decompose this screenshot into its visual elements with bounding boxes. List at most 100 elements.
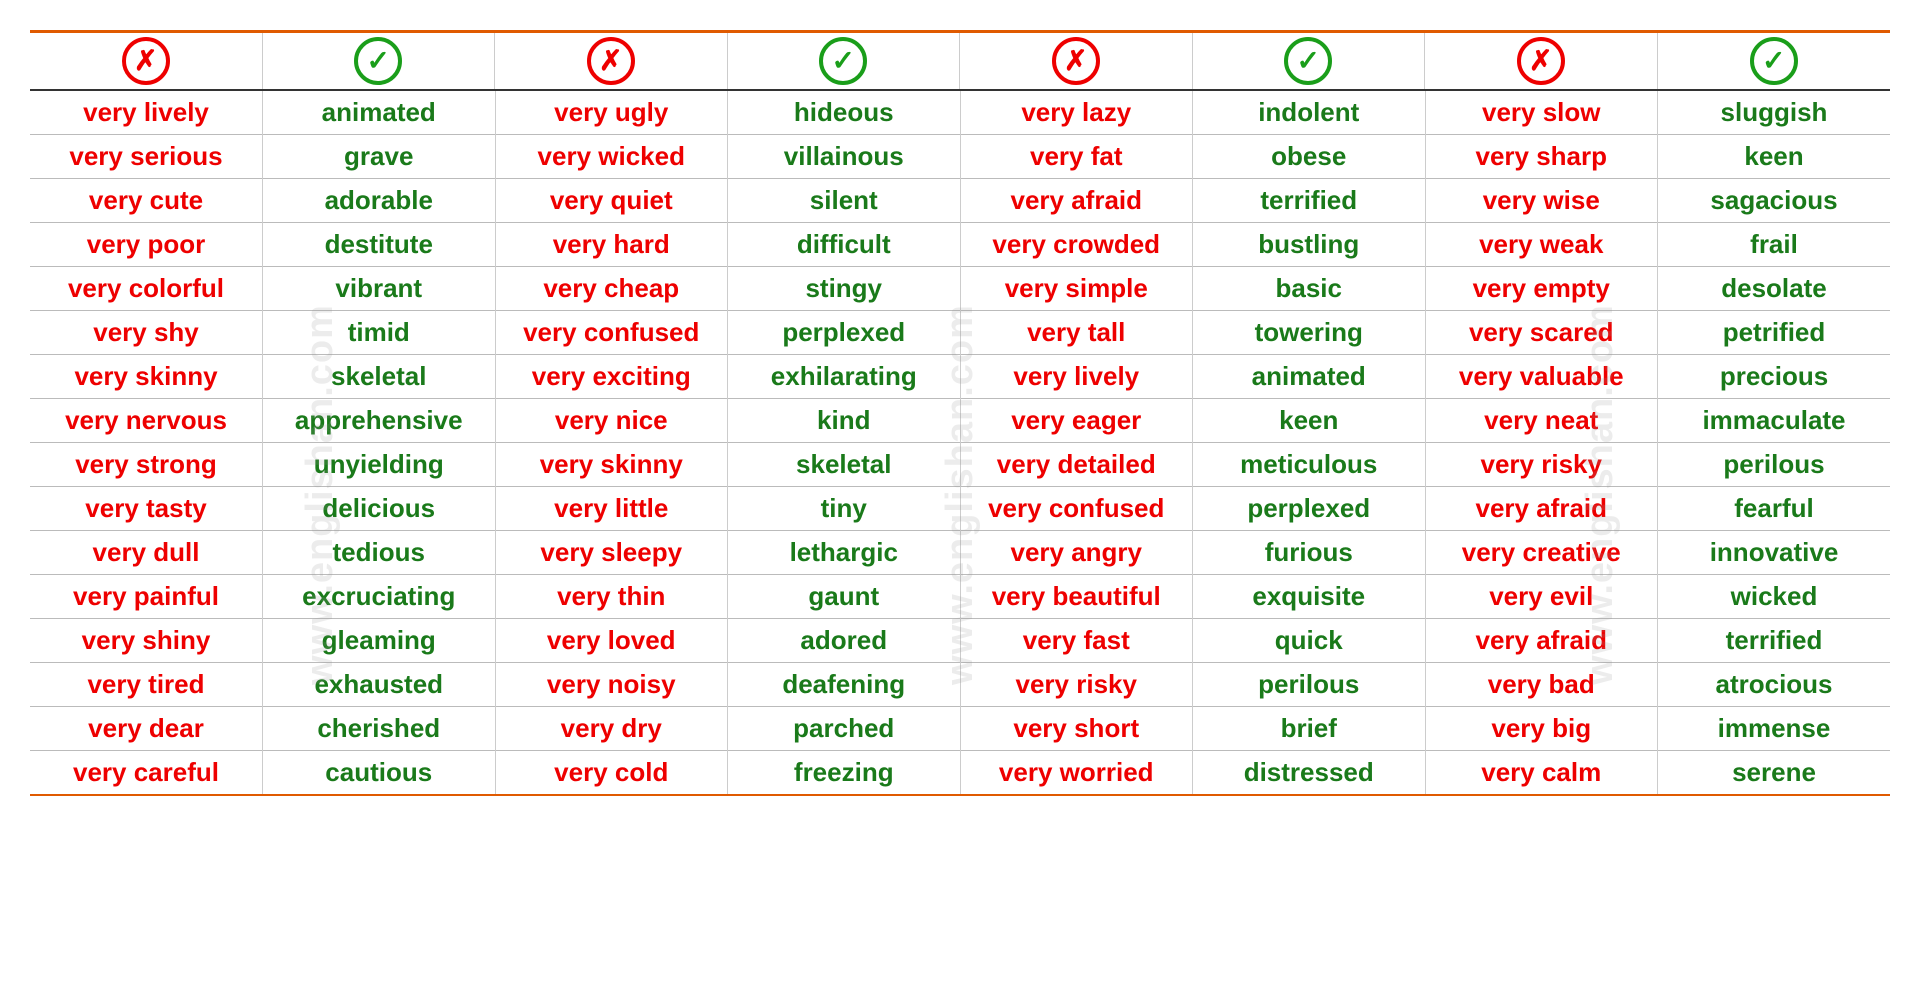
table-cell: very big xyxy=(1425,707,1658,751)
table-cell: very sleepy xyxy=(495,531,728,575)
table-cell: very lazy xyxy=(960,91,1193,135)
table-cell: very careful xyxy=(30,751,263,796)
table-cell: adored xyxy=(728,619,961,663)
table-cell: very poor xyxy=(30,223,263,267)
table-cell: perplexed xyxy=(1193,487,1426,531)
table-cell: sluggish xyxy=(1658,91,1891,135)
table-cell: skeletal xyxy=(263,355,496,399)
table-cell: very skinny xyxy=(30,355,263,399)
header-col-7: ✗ xyxy=(1425,33,1658,89)
table-cell: immense xyxy=(1658,707,1891,751)
table-cell: excruciating xyxy=(263,575,496,619)
table-cell: frail xyxy=(1658,223,1891,267)
table-row: very strongunyieldingvery skinnyskeletal… xyxy=(30,443,1890,487)
table-row: very carefulcautiousvery coldfreezingver… xyxy=(30,751,1890,796)
table-cell: very tasty xyxy=(30,487,263,531)
table-cell: very nervous xyxy=(30,399,263,443)
table-cell: wicked xyxy=(1658,575,1891,619)
table-cell: destitute xyxy=(263,223,496,267)
table-cell: very short xyxy=(960,707,1193,751)
table-cell: very noisy xyxy=(495,663,728,707)
check-icon-1: ✓ xyxy=(354,37,402,85)
table-cell: very empty xyxy=(1425,267,1658,311)
table-cell: tedious xyxy=(263,531,496,575)
table-cell: very lively xyxy=(30,91,263,135)
check-icon-4: ✓ xyxy=(1750,37,1798,85)
table-cell: towering xyxy=(1193,311,1426,355)
table-cell: tiny xyxy=(728,487,961,531)
table-cell: very dry xyxy=(495,707,728,751)
table-row: very livelyanimatedvery uglyhideousvery … xyxy=(30,91,1890,135)
table-cell: bustling xyxy=(1193,223,1426,267)
table-row: very shytimidvery confusedperplexedvery … xyxy=(30,311,1890,355)
table-cell: obese xyxy=(1193,135,1426,179)
table-row: very painfulexcruciatingvery thingauntve… xyxy=(30,575,1890,619)
table-cell: very serious xyxy=(30,135,263,179)
table-row: very cuteadorablevery quietsilentvery af… xyxy=(30,179,1890,223)
table-cell: very confused xyxy=(495,311,728,355)
x-icon-2: ✗ xyxy=(587,37,635,85)
table-cell: immaculate xyxy=(1658,399,1891,443)
table-cell: animated xyxy=(263,91,496,135)
table-cell: very creative xyxy=(1425,531,1658,575)
header-col-6: ✓ xyxy=(1193,33,1426,89)
table-cell: very little xyxy=(495,487,728,531)
table-cell: very strong xyxy=(30,443,263,487)
table-cell: silent xyxy=(728,179,961,223)
table-cell: very cold xyxy=(495,751,728,796)
table-cell: meticulous xyxy=(1193,443,1426,487)
table-cell: innovative xyxy=(1658,531,1891,575)
table-cell: very neat xyxy=(1425,399,1658,443)
table-cell: unyielding xyxy=(263,443,496,487)
table-cell: very risky xyxy=(1425,443,1658,487)
table-cell: lethargic xyxy=(728,531,961,575)
table-cell: very wise xyxy=(1425,179,1658,223)
table-row: very dearcherishedvery dryparchedvery sh… xyxy=(30,707,1890,751)
table-cell: quick xyxy=(1193,619,1426,663)
check-icon-3: ✓ xyxy=(1284,37,1332,85)
table-cell: very wicked xyxy=(495,135,728,179)
table-cell: terrified xyxy=(1193,179,1426,223)
header-col-3: ✗ xyxy=(495,33,728,89)
table-cell: very colorful xyxy=(30,267,263,311)
table-cell: very weak xyxy=(1425,223,1658,267)
table-cell: very exciting xyxy=(495,355,728,399)
table-cell: gaunt xyxy=(728,575,961,619)
table-cell: very nice xyxy=(495,399,728,443)
table-cell: very calm xyxy=(1425,751,1658,796)
table-cell: very afraid xyxy=(1425,487,1658,531)
table-cell: very afraid xyxy=(960,179,1193,223)
table-cell: cherished xyxy=(263,707,496,751)
table-cell: very worried xyxy=(960,751,1193,796)
header-row: ✗ ✓ ✗ ✓ ✗ ✓ ✗ ✓ xyxy=(30,33,1890,91)
table-cell: precious xyxy=(1658,355,1891,399)
table-cell: very crowded xyxy=(960,223,1193,267)
table-cell: very simple xyxy=(960,267,1193,311)
table-cell: very tired xyxy=(30,663,263,707)
table-cell: vibrant xyxy=(263,267,496,311)
check-icon-2: ✓ xyxy=(819,37,867,85)
table-cell: very detailed xyxy=(960,443,1193,487)
table-cell: stingy xyxy=(728,267,961,311)
table-cell: sagacious xyxy=(1658,179,1891,223)
table-cell: very beautiful xyxy=(960,575,1193,619)
table-cell: very confused xyxy=(960,487,1193,531)
table-cell: deafening xyxy=(728,663,961,707)
table-cell: parched xyxy=(728,707,961,751)
table-cell: very tall xyxy=(960,311,1193,355)
table-row: very dulltediousvery sleepylethargicvery… xyxy=(30,531,1890,575)
table-cell: perilous xyxy=(1658,443,1891,487)
table-cell: very afraid xyxy=(1425,619,1658,663)
table-cell: very angry xyxy=(960,531,1193,575)
table-cell: very dear xyxy=(30,707,263,751)
table-cell: furious xyxy=(1193,531,1426,575)
table-cell: very sharp xyxy=(1425,135,1658,179)
table-cell: petrified xyxy=(1658,311,1891,355)
table-cell: exhausted xyxy=(263,663,496,707)
x-icon-1: ✗ xyxy=(122,37,170,85)
table-cell: brief xyxy=(1193,707,1426,751)
table-cell: very fat xyxy=(960,135,1193,179)
x-icon-3: ✗ xyxy=(1052,37,1100,85)
table-cell: very hard xyxy=(495,223,728,267)
table-cell: very shiny xyxy=(30,619,263,663)
